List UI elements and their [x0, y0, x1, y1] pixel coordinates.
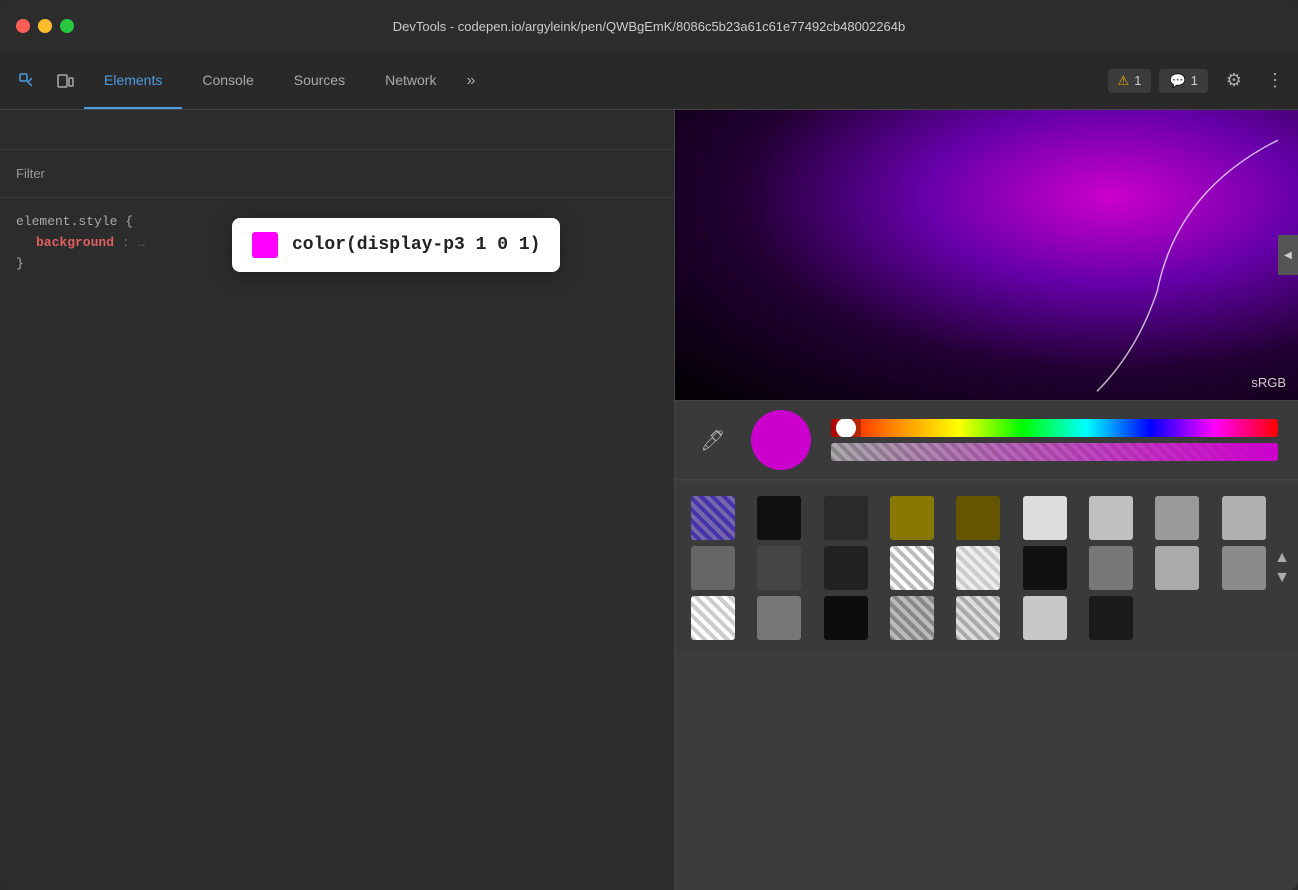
swatch-item[interactable] [956, 596, 1000, 640]
swatch-item[interactable] [824, 546, 868, 590]
swatch-item[interactable] [1023, 546, 1067, 590]
swatch-item[interactable] [691, 496, 735, 540]
settings-button[interactable]: ⚙ [1216, 70, 1252, 91]
device-icon-btn[interactable] [46, 52, 84, 109]
tab-console[interactable]: Console [182, 52, 273, 109]
tooltip-color-swatch[interactable] [252, 232, 278, 258]
swatch-item[interactable] [890, 496, 934, 540]
swatch-item[interactable] [890, 596, 934, 640]
info-badge[interactable]: 💬 1 [1159, 69, 1207, 93]
warning-badge[interactable]: ⚠ 1 [1108, 69, 1152, 93]
hue-toggle-circle [836, 419, 856, 437]
info-count: 1 [1191, 73, 1198, 88]
color-gradient-preview[interactable]: ◀ sRGB [675, 110, 1298, 400]
swatch-item[interactable] [1089, 496, 1133, 540]
swatches-scroll-buttons[interactable]: ▲ ▼ [1274, 549, 1290, 587]
swatch-item[interactable] [691, 546, 735, 590]
swatch-item[interactable] [1023, 496, 1067, 540]
swatch-item[interactable] [757, 596, 801, 640]
eyedropper-icon: 🖊 [700, 428, 725, 453]
swatches-grid [691, 496, 1282, 640]
tab-sources[interactable]: Sources [274, 52, 365, 109]
title-bar: DevTools - codepen.io/argyleink/pen/QWBg… [0, 0, 1298, 52]
swatch-item[interactable] [1222, 496, 1266, 540]
eyedropper-button[interactable]: 🖊 [695, 422, 731, 458]
left-panel: Filter element.style { background : … } … [0, 110, 675, 890]
badge-area: ⚠ 1 💬 1 ⚙ ⋮ [1108, 52, 1290, 109]
more-options-button[interactable]: ⋮ [1260, 70, 1290, 91]
scroll-down-icon[interactable]: ▼ [1274, 569, 1290, 587]
swatch-item[interactable] [1155, 496, 1199, 540]
filter-label: Filter [16, 166, 45, 181]
color-tooltip-popup: color(display-p3 1 0 1) [232, 218, 560, 272]
window-title: DevTools - codepen.io/argyleink/pen/QWBg… [393, 19, 905, 34]
swatch-item[interactable] [757, 546, 801, 590]
gear-icon: ⚙ [1226, 70, 1242, 91]
swatch-item[interactable] [956, 546, 1000, 590]
tooltip-color-value: color(display-p3 1 0 1) [292, 235, 540, 255]
sliders-area [831, 419, 1278, 461]
filter-bar: Filter [0, 150, 674, 198]
minimize-button[interactable] [38, 19, 52, 33]
swatch-item[interactable] [824, 596, 868, 640]
maximize-button[interactable] [60, 19, 74, 33]
chevron-left-icon: ◀ [1284, 250, 1292, 261]
right-panel: ◀ sRGB 🖊 [675, 110, 1298, 890]
swatch-item[interactable] [1222, 546, 1266, 590]
inspector-icon-btn[interactable] [8, 52, 46, 109]
tabs-bar: Elements Console Sources Network » ⚠ 1 💬… [0, 52, 1298, 110]
hue-slider[interactable] [831, 419, 1278, 437]
chat-icon: 💬 [1169, 73, 1185, 89]
swatch-item[interactable] [1155, 546, 1199, 590]
hue-toggle[interactable] [831, 419, 861, 437]
swatch-item[interactable] [1089, 596, 1133, 640]
swatch-item[interactable] [956, 496, 1000, 540]
swatch-item[interactable] [691, 596, 735, 640]
srgb-label: sRGB [1251, 375, 1286, 390]
current-color-circle [751, 410, 811, 470]
swatch-item[interactable] [757, 496, 801, 540]
ellipsis-icon: ⋮ [1266, 70, 1284, 91]
scroll-up-icon[interactable]: ▲ [1274, 549, 1290, 567]
swatch-item[interactable] [824, 496, 868, 540]
swatch-item[interactable] [1023, 596, 1067, 640]
main-content: Filter element.style { background : … } … [0, 110, 1298, 890]
warning-icon: ⚠ [1118, 73, 1130, 89]
warning-count: 1 [1134, 73, 1141, 88]
swatch-item[interactable] [890, 546, 934, 590]
swatch-item[interactable] [1089, 546, 1133, 590]
swatches-area: ▲ ▼ [675, 484, 1298, 652]
gamut-curve [675, 110, 1298, 400]
css-property: background [36, 235, 114, 250]
controls-row: 🖊 [675, 400, 1298, 480]
close-button[interactable] [16, 19, 30, 33]
alpha-overlay [831, 443, 1278, 461]
devtools-window: DevTools - codepen.io/argyleink/pen/QWBg… [0, 0, 1298, 890]
alpha-slider[interactable] [831, 443, 1278, 461]
tab-network[interactable]: Network [365, 52, 456, 109]
traffic-lights [16, 19, 74, 33]
collapse-panel-button[interactable]: ◀ [1278, 235, 1298, 275]
panel-top-strip [0, 110, 674, 150]
tab-elements[interactable]: Elements [84, 52, 182, 109]
more-tabs-button[interactable]: » [456, 52, 485, 109]
